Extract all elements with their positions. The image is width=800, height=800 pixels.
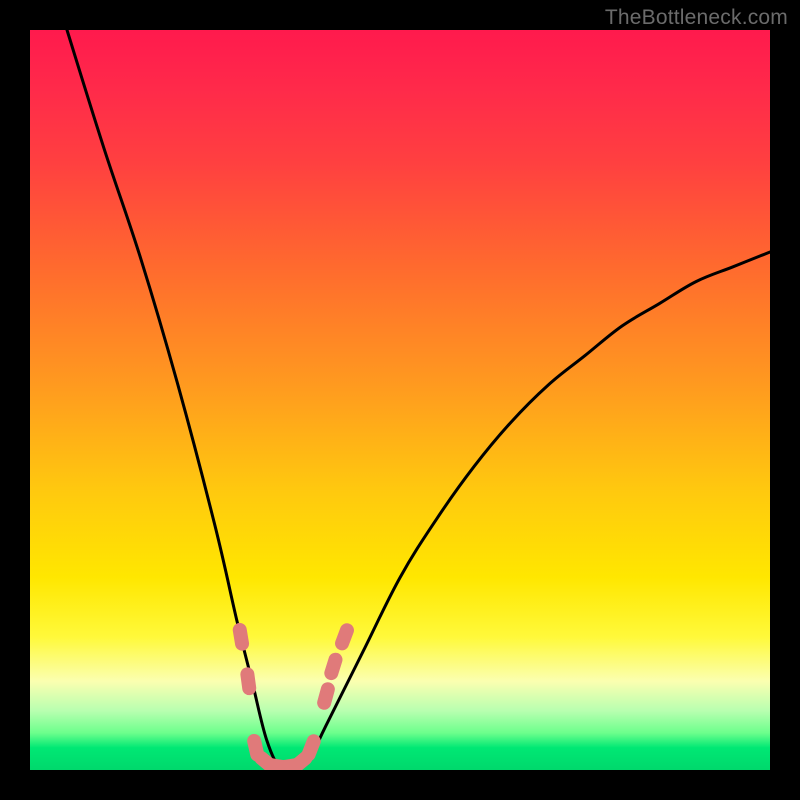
- trough-marker: [324, 689, 328, 703]
- trough-marker: [309, 741, 314, 754]
- trough-marker: [342, 630, 347, 643]
- trough-marker: [295, 758, 306, 767]
- trough-marker: [331, 660, 335, 673]
- watermark-text: TheBottleneck.com: [605, 6, 788, 30]
- trough-marker: [254, 741, 257, 755]
- plot-area: [30, 30, 770, 770]
- bottleneck-curve: [67, 30, 770, 770]
- trough-marker: [240, 630, 242, 644]
- trough-marker: [247, 674, 249, 688]
- chart-frame: TheBottleneck.com: [0, 0, 800, 800]
- chart-svg: [30, 30, 770, 770]
